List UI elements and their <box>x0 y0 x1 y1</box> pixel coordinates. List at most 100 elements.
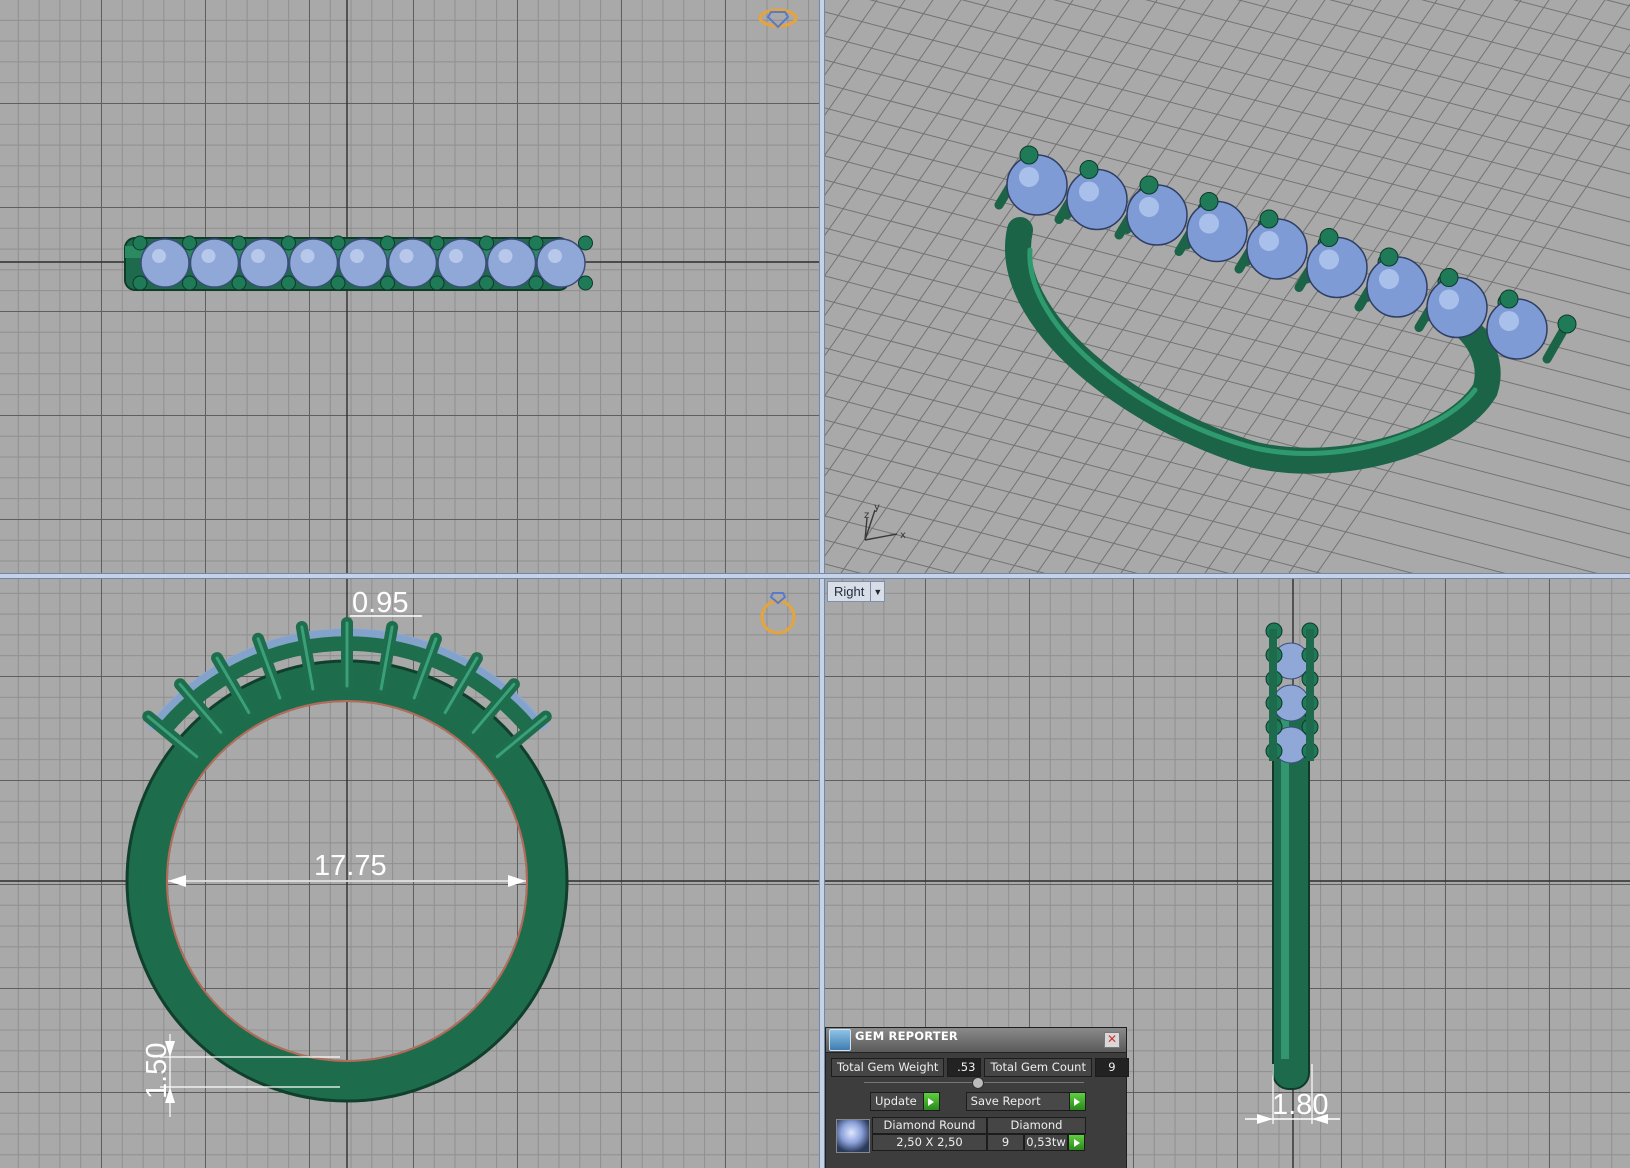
grid-line <box>825 0 990 236</box>
gem-highlight <box>201 249 216 263</box>
prong-head <box>429 235 445 251</box>
prong-head <box>1439 268 1459 287</box>
gem-thumbnail[interactable] <box>836 1119 870 1153</box>
prong-head <box>479 235 494 251</box>
gem-stone <box>239 238 289 288</box>
prong-head <box>1319 228 1339 247</box>
prong-head <box>231 275 247 291</box>
grid-line <box>825 11 1630 223</box>
prong-head <box>380 275 395 291</box>
gem-highlight <box>449 249 463 263</box>
gem-highlight <box>1379 269 1399 289</box>
top-view-ring <box>0 0 819 573</box>
prong-head <box>1557 314 1577 334</box>
gem-stone <box>140 238 190 288</box>
gem-reporter-titlebar[interactable]: GEM REPORTER ✕ <box>826 1028 1126 1053</box>
gem-highlight <box>300 249 315 263</box>
gem-stone <box>288 238 339 288</box>
gem-stone <box>1006 154 1068 216</box>
grid-line <box>825 491 1138 573</box>
prong <box>1269 629 1277 761</box>
gem-size-cell: 2,50 X 2,50 <box>872 1134 987 1151</box>
prong-head <box>1019 145 1039 165</box>
grid-line <box>1605 0 1630 7</box>
gem-highlight <box>1259 231 1279 251</box>
gem-highlight <box>152 249 166 263</box>
prong-head <box>1259 209 1279 229</box>
panel-slider[interactable] <box>864 1077 1084 1089</box>
prong-head <box>578 235 593 251</box>
slider-knob[interactable] <box>972 1077 984 1089</box>
prong <box>1306 629 1314 761</box>
play-arrow-icon <box>1069 1135 1084 1150</box>
gem-stone <box>1126 184 1188 246</box>
perspective-viewport[interactable]: x y z <box>825 0 1630 573</box>
prong-head <box>1139 175 1159 195</box>
gem-highlight <box>1079 181 1099 202</box>
svg-text:1.50: 1.50 <box>141 1043 173 1099</box>
gem-row-go-button[interactable] <box>1068 1134 1085 1151</box>
gem-stone <box>1426 276 1488 339</box>
dimension-inner-diameter: 17.75 <box>168 850 526 887</box>
top-view-cube-icon[interactable] <box>758 8 798 29</box>
gem-stone <box>189 238 240 288</box>
prong-head <box>528 275 544 291</box>
svg-text:x: x <box>900 530 906 541</box>
prong-head <box>1079 160 1099 179</box>
total-gem-count-label: Total Gem Count <box>984 1058 1092 1077</box>
gem-highlight <box>399 249 414 263</box>
prong-head <box>281 235 296 251</box>
svg-text:0.95: 0.95 <box>352 587 408 619</box>
gem-highlight <box>1019 167 1039 187</box>
gem-reporter-panel[interactable]: GEM REPORTER ✕ Total Gem Weight .53 Tota… <box>825 1027 1129 1168</box>
gem-highlight <box>1499 311 1519 331</box>
grid-line <box>1421 0 1630 55</box>
grid-line <box>825 467 1230 573</box>
gem-stone <box>1246 218 1308 280</box>
gem-stone <box>536 238 586 288</box>
gem-reporter-title: GEM REPORTER <box>855 1029 958 1043</box>
prong-head <box>528 235 544 251</box>
prong-head <box>1199 192 1219 211</box>
front-view-cube-icon[interactable] <box>760 592 796 635</box>
svg-text:17.75: 17.75 <box>314 850 387 882</box>
grid-line <box>1513 0 1630 31</box>
dimension-prong-gap: 0.95 <box>350 587 422 619</box>
grid-line <box>1329 0 1630 79</box>
svg-text:1.80: 1.80 <box>1272 1089 1328 1121</box>
gem-stone <box>437 238 487 288</box>
gem-highlight <box>548 249 562 263</box>
prong-head <box>182 275 197 291</box>
prong-head <box>132 275 148 291</box>
gem-stone <box>1186 200 1248 263</box>
gem-stone <box>1366 256 1428 318</box>
right-viewport[interactable]: Right ▼ 1.80 GEM REPORTER ✕ Total Gem We… <box>825 579 1630 1168</box>
prong-head <box>231 235 247 251</box>
save-report-button[interactable]: Save Report <box>965 1092 1086 1111</box>
gem-stone <box>1486 298 1548 360</box>
front-viewport[interactable]: 0.95 17.75 1.50 <box>0 579 819 1168</box>
prong-head <box>330 275 346 291</box>
gem-stone <box>338 238 388 288</box>
prong-head <box>380 235 395 251</box>
gem-highlight <box>1439 289 1459 310</box>
gem-shape-cell: Diamond Round <box>872 1117 987 1134</box>
gem-highlight <box>251 249 265 263</box>
gem-highlight <box>350 249 364 263</box>
play-arrow-icon <box>1068 1093 1085 1110</box>
gem-stone <box>387 238 438 288</box>
gem-stone <box>1306 236 1368 299</box>
gem-count-cell: 9 <box>987 1134 1024 1151</box>
prong-head <box>479 275 494 291</box>
grid-line <box>1237 0 1630 103</box>
top-viewport[interactable] <box>0 0 819 573</box>
update-button[interactable]: Update <box>870 1092 940 1111</box>
prong-head <box>281 275 296 291</box>
close-icon[interactable]: ✕ <box>1104 1032 1120 1048</box>
gem-highlight <box>1199 213 1219 234</box>
gem-material-cell: Diamond <box>987 1117 1086 1134</box>
grid-line <box>825 0 1186 517</box>
update-button-label: Update <box>875 1094 917 1108</box>
gem-stone <box>1066 168 1128 231</box>
save-report-button-label: Save Report <box>970 1094 1041 1108</box>
